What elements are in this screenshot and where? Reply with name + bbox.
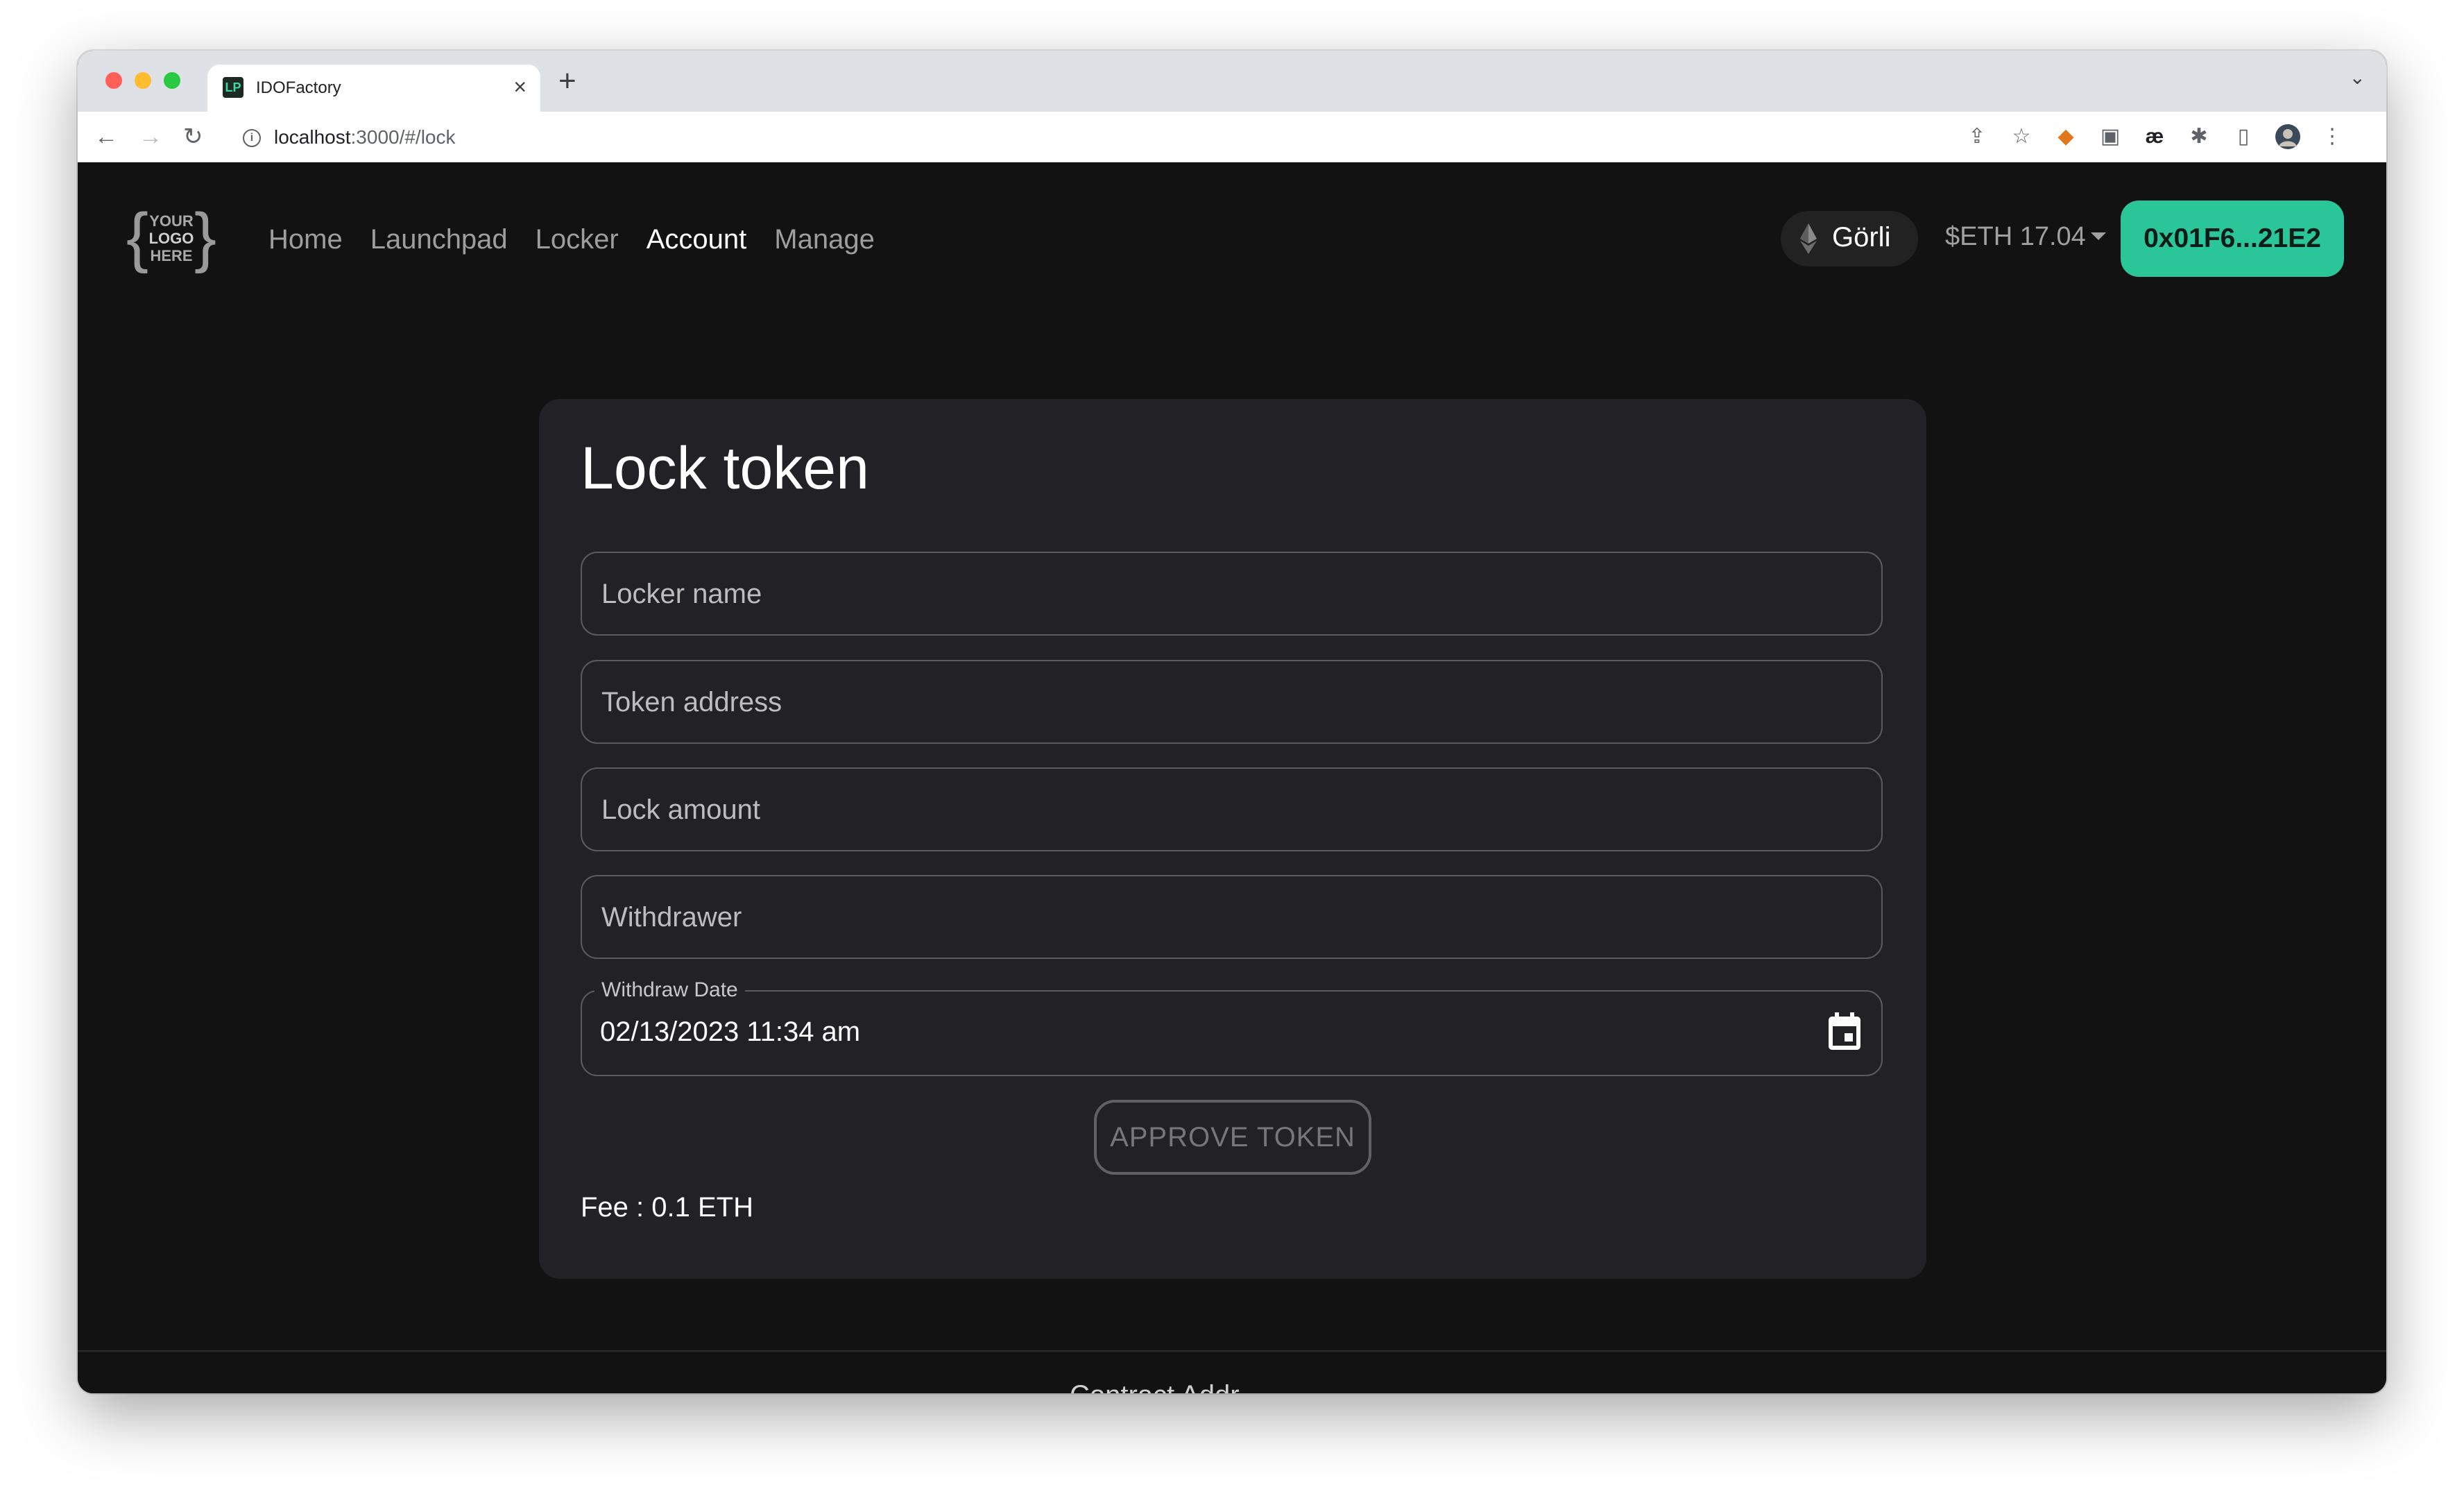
withdraw-date-label: Withdraw Date: [594, 978, 745, 1003]
nav-manage[interactable]: Manage: [774, 223, 875, 256]
tab-search-icon[interactable]: ⌄: [2350, 66, 2365, 89]
tab-bar: LP IDOFactory × + ⌄: [78, 51, 2386, 112]
balance-dropdown[interactable]: $ETH 17.04: [1945, 222, 2086, 252]
network-name: Görli: [1832, 222, 1891, 253]
caret-down-icon[interactable]: [2091, 232, 2106, 240]
reload-icon[interactable]: ↻: [183, 123, 203, 151]
wallet-address-button[interactable]: 0x01F6...21E2: [2121, 201, 2344, 277]
locker-name-field[interactable]: [581, 552, 1883, 636]
nav-launchpad[interactable]: Launchpad: [370, 223, 508, 256]
logo-line: HERE: [150, 247, 193, 264]
address-bar[interactable]: localhost:3000/#/lock: [274, 126, 456, 148]
sidebar-icon[interactable]: ▯: [2231, 124, 2256, 149]
lock-amount-input[interactable]: [600, 769, 1851, 851]
footer-divider: [78, 1350, 2386, 1352]
more-menu-icon[interactable]: ⋮: [2320, 124, 2345, 149]
fee-text: Fee : 0.1 ETH: [581, 1192, 753, 1223]
ae-icon[interactable]: æ: [2142, 124, 2167, 149]
lock-amount-field[interactable]: [581, 767, 1883, 851]
token-address-input[interactable]: [600, 661, 1851, 744]
star-icon[interactable]: ☆: [2009, 124, 2034, 149]
browser-toolbar: ← → ↻ i localhost:3000/#/lock ⇪ ☆ ◆ ▣ æ …: [78, 112, 2386, 162]
logo[interactable]: { YOUR LOGO HERE }: [126, 204, 216, 271]
token-address-field[interactable]: [581, 660, 1883, 744]
withdraw-date-field[interactable]: Withdraw Date 02/13/2023 11:34 am: [581, 978, 1883, 1076]
logo-text: YOUR LOGO HERE: [144, 212, 198, 264]
footer-heading: Contract Addr: [1070, 1380, 1240, 1393]
logo-line: YOUR: [149, 212, 194, 230]
calendar-icon[interactable]: [1827, 1012, 1862, 1051]
ethereum-icon: [1800, 223, 1817, 254]
logo-brace-right: }: [194, 200, 216, 274]
close-window-button[interactable]: [105, 72, 122, 89]
metamask-icon[interactable]: ◆: [2053, 124, 2078, 149]
profile-avatar-icon[interactable]: [2275, 124, 2300, 149]
nav-account[interactable]: Account: [647, 223, 747, 256]
url-host: localhost: [274, 126, 351, 148]
tab-close-icon[interactable]: ×: [513, 74, 527, 99]
withdraw-date-value[interactable]: 02/13/2023 11:34 am: [600, 1017, 860, 1048]
puzzle-icon[interactable]: ✱: [2187, 124, 2211, 149]
browser-window: LP IDOFactory × + ⌄ ← → ↻ i localhost:30…: [78, 51, 2386, 1393]
lock-token-card: Lock token Withdraw Date 02/13/2023 11:3…: [539, 399, 1926, 1279]
extension-icon[interactable]: ▣: [2098, 124, 2123, 149]
favicon-icon: LP: [223, 77, 243, 98]
page-title: Lock token: [581, 435, 869, 502]
main-nav: Home Launchpad Locker Account Manage: [268, 223, 875, 256]
info-icon[interactable]: i: [243, 129, 261, 147]
minimize-window-button[interactable]: [135, 72, 151, 89]
nav-locker[interactable]: Locker: [536, 223, 619, 256]
approve-token-button[interactable]: APPROVE TOKEN: [1094, 1100, 1371, 1175]
new-tab-button[interactable]: +: [558, 66, 576, 96]
maximize-window-button[interactable]: [164, 72, 180, 89]
tab-title: IDOFactory: [256, 78, 341, 97]
browser-tab[interactable]: LP IDOFactory ×: [207, 65, 540, 112]
nav-home[interactable]: Home: [268, 223, 343, 256]
forward-arrow-icon[interactable]: →: [139, 123, 162, 151]
withdrawer-input[interactable]: [600, 876, 1851, 959]
app-page: { YOUR LOGO HERE } Home Launchpad Locker…: [78, 162, 2386, 1393]
back-arrow-icon[interactable]: ←: [94, 123, 118, 151]
share-icon[interactable]: ⇪: [1965, 124, 1990, 149]
locker-name-input[interactable]: [600, 553, 1851, 636]
network-selector[interactable]: Görli: [1781, 211, 1918, 266]
url-path: :3000/#/lock: [350, 126, 456, 148]
withdrawer-field[interactable]: [581, 875, 1883, 959]
logo-line: LOGO: [148, 230, 194, 247]
